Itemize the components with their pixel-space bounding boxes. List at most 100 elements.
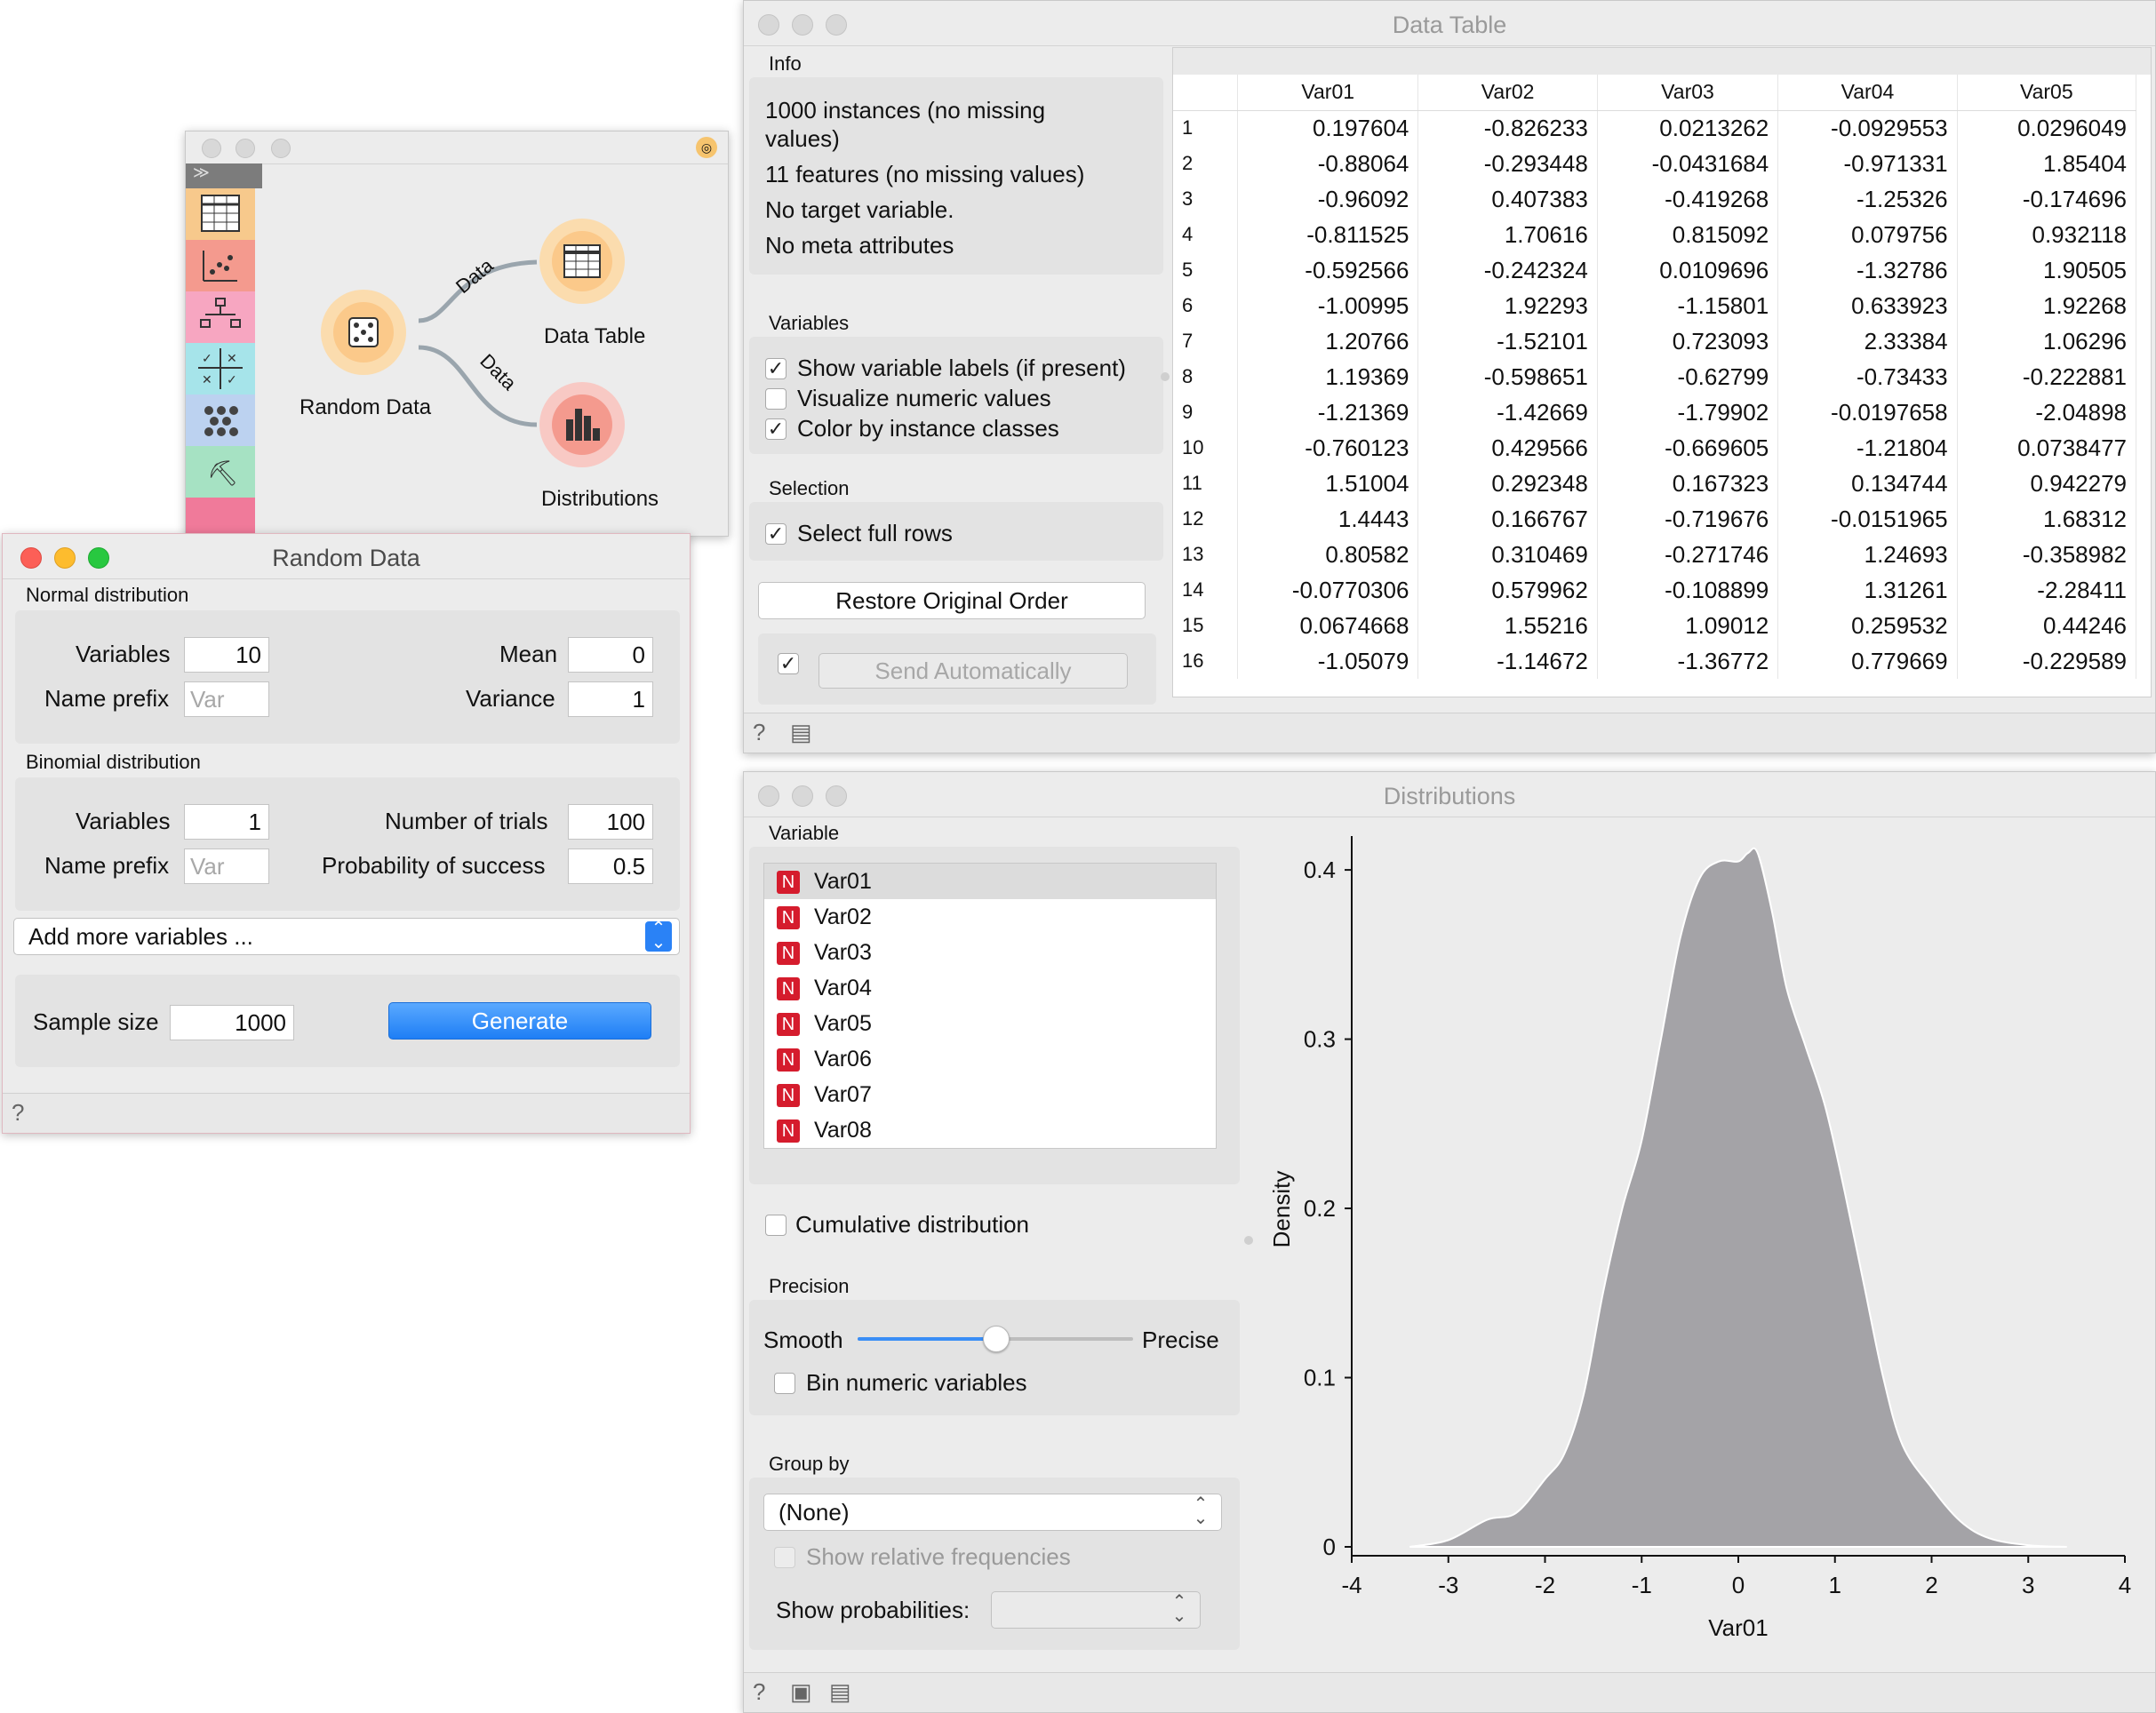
row-number[interactable]: 9 [1173, 394, 1238, 430]
probability-field[interactable]: 0.5 [568, 849, 653, 884]
table-cell[interactable]: -1.21369 [1237, 394, 1419, 430]
visualize-checkbox[interactable] [765, 388, 787, 410]
table-cell[interactable]: 1.70616 [1417, 217, 1598, 252]
variable-list-item[interactable]: N Var06 [764, 1041, 1216, 1077]
table-cell[interactable]: -0.88064 [1237, 146, 1419, 181]
full-rows-checkbox[interactable]: ✓ [765, 523, 787, 545]
row-number[interactable]: 10 [1173, 430, 1238, 466]
table-cell[interactable]: 0.0296049 [1957, 110, 2137, 146]
table-cell[interactable]: -1.36772 [1597, 643, 1779, 679]
table-cell[interactable]: 0.942279 [1957, 466, 2137, 501]
row-number[interactable]: 3 [1173, 181, 1238, 217]
table-cell[interactable]: 0.197604 [1237, 110, 1419, 146]
show-labels-checkbox[interactable]: ✓ [765, 358, 787, 379]
table-cell[interactable]: -0.293448 [1417, 146, 1598, 181]
column-header[interactable]: Var04 [1777, 75, 1958, 111]
help-icon[interactable]: ? [753, 1678, 765, 1706]
table-cell[interactable]: -0.0770306 [1237, 572, 1419, 608]
color-classes-checkbox[interactable]: ✓ [765, 418, 787, 440]
table-cell[interactable]: -1.05079 [1237, 643, 1419, 679]
table-row[interactable]: 16 -1.05079 -1.14672 -1.36772 0.779669 -0.229… [1173, 643, 2137, 679]
table-cell[interactable]: 1.06296 [1957, 323, 2137, 359]
row-number[interactable]: 13 [1173, 537, 1238, 572]
table-cell[interactable]: 1.92268 [1957, 288, 2137, 323]
table-cell[interactable]: -1.00995 [1237, 288, 1419, 323]
cumulative-checkbox[interactable] [765, 1215, 787, 1236]
table-cell[interactable]: -1.15801 [1597, 288, 1779, 323]
column-header[interactable]: Var01 [1237, 75, 1419, 111]
table-cell[interactable]: -0.358982 [1957, 537, 2137, 572]
column-header[interactable]: Var02 [1417, 75, 1598, 111]
row-number[interactable]: 11 [1173, 466, 1238, 501]
help-icon[interactable]: ? [753, 719, 765, 746]
variable-list-item[interactable]: N Var03 [764, 935, 1216, 970]
splitter-handle[interactable] [1161, 372, 1170, 381]
table-cell[interactable]: 0.815092 [1597, 217, 1779, 252]
send-auto-checkbox[interactable]: ✓ [778, 653, 799, 674]
normal-prefix-field[interactable]: Var [184, 681, 269, 717]
table-cell[interactable]: -0.592566 [1237, 252, 1419, 288]
table-cell[interactable]: -1.42669 [1417, 394, 1598, 430]
row-number[interactable]: 12 [1173, 501, 1238, 537]
table-cell[interactable]: 1.20766 [1237, 323, 1419, 359]
table-cell[interactable]: -2.28411 [1957, 572, 2137, 608]
table-cell[interactable]: 0.80582 [1237, 537, 1419, 572]
generate-button[interactable]: Generate [388, 1002, 651, 1040]
splitter-handle[interactable] [1244, 1236, 1253, 1245]
row-number[interactable]: 5 [1173, 252, 1238, 288]
row-number[interactable]: 1 [1173, 110, 1238, 146]
row-number[interactable]: 14 [1173, 572, 1238, 608]
table-row[interactable]: 10 -0.760123 0.429566 -0.669605 -1.21804 0.07… [1173, 430, 2137, 466]
variance-field[interactable]: 1 [568, 681, 653, 717]
table-cell[interactable]: 0.134744 [1777, 466, 1958, 501]
precision-slider[interactable] [858, 1326, 1133, 1352]
table-cell[interactable]: 0.259532 [1777, 608, 1958, 643]
relative-freq-checkbox[interactable] [774, 1547, 795, 1568]
column-header[interactable]: Var03 [1597, 75, 1779, 111]
table-cell[interactable]: 0.166767 [1417, 501, 1598, 537]
table-cell[interactable]: -1.14672 [1417, 643, 1598, 679]
table-cell[interactable]: -0.271746 [1597, 537, 1779, 572]
table-cell[interactable]: -0.811525 [1237, 217, 1419, 252]
table-cell[interactable]: -0.419268 [1597, 181, 1779, 217]
table-row[interactable]: 12 1.4443 0.166767 -0.719676 -0.0151965 1.683… [1173, 501, 2137, 537]
table-cell[interactable]: -0.242324 [1417, 252, 1598, 288]
variable-list-item[interactable]: N Var02 [764, 899, 1216, 935]
table-cell[interactable]: 1.51004 [1237, 466, 1419, 501]
table-cell[interactable]: -0.598651 [1417, 359, 1598, 394]
variable-list-item[interactable]: N Var08 [764, 1112, 1216, 1148]
table-cell[interactable]: 0.579962 [1417, 572, 1598, 608]
table-cell[interactable]: 0.0738477 [1957, 430, 2137, 466]
variable-list-item[interactable]: NVar09 [764, 1148, 1216, 1149]
binomial-prefix-field[interactable]: Var [184, 849, 269, 884]
table-cell[interactable]: 2.33384 [1777, 323, 1958, 359]
show-probabilities-dropdown[interactable]: ⌃ ⌄ [991, 1591, 1201, 1629]
table-cell[interactable]: -0.0151965 [1777, 501, 1958, 537]
binomial-variables-field[interactable]: 1 [184, 804, 269, 840]
table-cell[interactable]: -0.719676 [1597, 501, 1779, 537]
table-cell[interactable]: 1.24693 [1777, 537, 1958, 572]
table-cell[interactable]: -1.25326 [1777, 181, 1958, 217]
table-cell[interactable]: 1.55216 [1417, 608, 1598, 643]
data-table-node[interactable] [539, 219, 625, 304]
help-icon[interactable]: ? [12, 1099, 24, 1127]
row-number[interactable]: 7 [1173, 323, 1238, 359]
trials-field[interactable]: 100 [568, 804, 653, 840]
table-cell[interactable]: -0.0197658 [1777, 394, 1958, 430]
table-row[interactable]: 5 -0.592566 -0.242324 0.0109696 -1.32786 1.90… [1173, 252, 2137, 288]
table-cell[interactable]: 1.90505 [1957, 252, 2137, 288]
table-cell[interactable]: 1.31261 [1777, 572, 1958, 608]
table-cell[interactable]: 0.079756 [1777, 217, 1958, 252]
table-cell[interactable]: 0.723093 [1597, 323, 1779, 359]
save-icon[interactable]: ▣ [790, 1678, 812, 1706]
table-cell[interactable]: 0.429566 [1417, 430, 1598, 466]
table-cell[interactable]: 0.633923 [1777, 288, 1958, 323]
table-cell[interactable]: -1.21804 [1777, 430, 1958, 466]
table-cell[interactable]: 1.09012 [1597, 608, 1779, 643]
row-number[interactable]: 6 [1173, 288, 1238, 323]
table-cell[interactable]: -0.96092 [1237, 181, 1419, 217]
bin-numeric-checkbox[interactable] [774, 1373, 795, 1394]
table-cell[interactable]: -1.52101 [1417, 323, 1598, 359]
normal-variables-field[interactable]: 10 [184, 637, 269, 673]
table-cell[interactable]: -0.108899 [1597, 572, 1779, 608]
